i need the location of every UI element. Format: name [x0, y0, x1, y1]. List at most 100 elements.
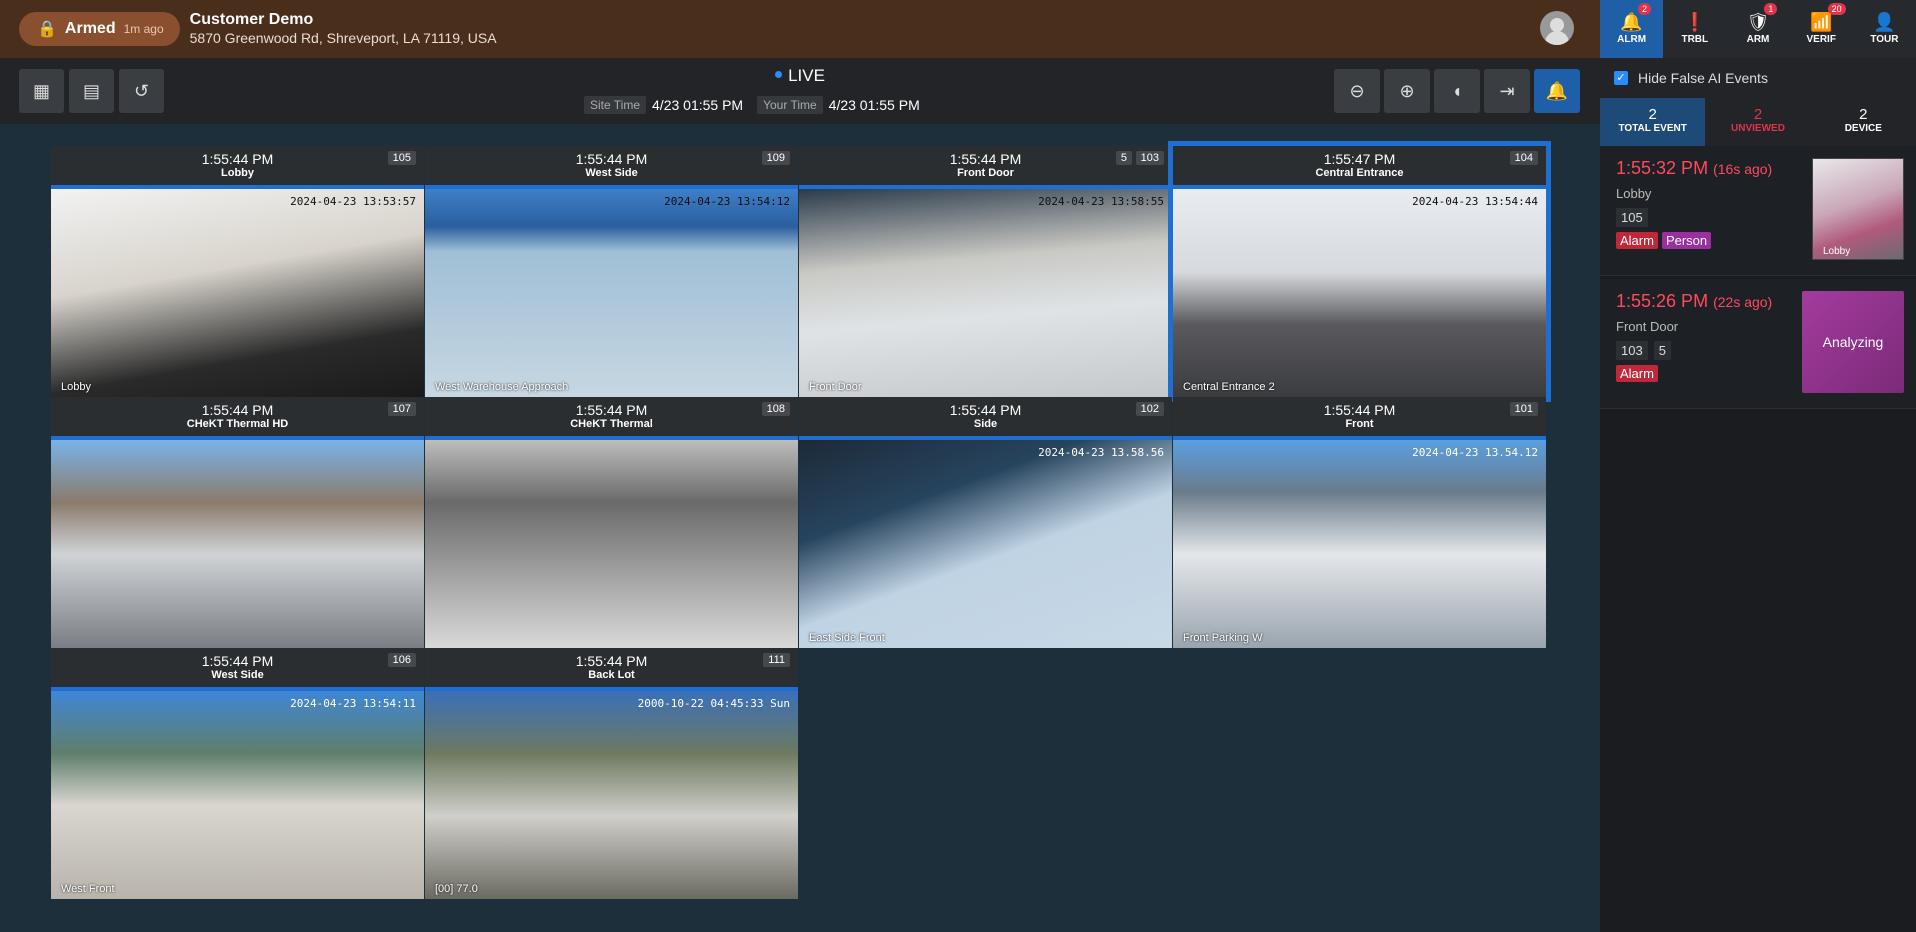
- user-icon: 👤: [1873, 12, 1896, 32]
- camera-number: 106: [387, 653, 416, 667]
- live-label: LIVE: [788, 66, 825, 85]
- camera-timestamp: 2024-04-23 13:53:57: [290, 195, 416, 208]
- tab-alrm[interactable]: 🔔 ALRM 2: [1600, 0, 1664, 58]
- event-card[interactable]: 1:55:32 PM (16s ago) Lobby 105 Alarm Per…: [1600, 146, 1916, 276]
- camera-name: CHeKT Thermal HD: [186, 418, 289, 430]
- hide-false-checkbox[interactable]: ✓: [1614, 71, 1628, 85]
- tab-tour[interactable]: 👤 TOUR: [1853, 0, 1916, 58]
- camera-header: 1:55:44 PM CHeKT Thermal 108: [425, 397, 798, 436]
- event-panel: 🔔 ALRM 2 ❗ TRBL 🛡 ARM 1 📶 VERIF 20 👤 TOUR ✓ Hide Fal…: [1600, 0, 1916, 932]
- camera-feed[interactable]: [425, 440, 798, 648]
- event-sub-num: 5: [1653, 341, 1671, 360]
- stat-label: DEVICE: [1844, 123, 1882, 134]
- camera-tile[interactable]: 1:55:44 PM Front Door 103 5 2024-04-23 13:58…: [799, 146, 1172, 397]
- camera-timestamp: 2024-04-23 13:54:12: [664, 195, 790, 208]
- camera-tile[interactable]: 1:55:44 PM Lobby 105 2024-04-23 13:53:57 Lob…: [51, 146, 424, 397]
- event-card[interactable]: 1:55:26 PM (22s ago) Front Door 103 5 Al…: [1600, 279, 1916, 409]
- event-thumbnail[interactable]: Lobby: [1812, 158, 1904, 260]
- camera-tile[interactable]: 1:55:47 PM Central Entrance 104 2024-04-23 …: [1168, 141, 1551, 402]
- armed-label: Armed: [64, 20, 116, 37]
- tab-label: TRBL: [1681, 34, 1709, 45]
- site-info: Customer Demo 5870 Greenwood Rd, Shrevep…: [190, 11, 497, 47]
- site-time: 4/23 01:55 PM: [652, 97, 744, 113]
- camera-name: CHeKT Thermal: [570, 418, 653, 430]
- alarm-tag: Alarm: [1616, 232, 1658, 249]
- camera-tile[interactable]: 1:55:44 PM West Side 109 2024-04-23 13:54:1…: [425, 146, 798, 397]
- camera-header: 1:55:44 PM West Side 106: [51, 648, 424, 687]
- alarm-tag: Alarm: [1616, 365, 1658, 382]
- hide-false-events[interactable]: ✓ Hide False AI Events: [1600, 58, 1916, 98]
- event-time: 1:55:26 PM (22s ago): [1616, 291, 1772, 312]
- camera-number: 103: [1135, 151, 1164, 165]
- camera-timestamp: 2024-04-23 13:54:44: [1412, 195, 1538, 208]
- stat-value: 2: [1648, 106, 1657, 123]
- stat-unviewed[interactable]: 2 UNVIEWED: [1705, 98, 1810, 146]
- bell-icon: 🔔: [1545, 80, 1569, 101]
- your-time: 4/23 01:55 PM: [828, 97, 920, 113]
- camera-name: Lobby: [221, 167, 254, 179]
- camera-grid: 1:55:44 PM Lobby 105 2024-04-23 13:53:57 Lob…: [0, 124, 1600, 932]
- collapse-icon: ⇥: [1499, 80, 1515, 101]
- event-numbers: 105: [1616, 208, 1648, 227]
- remote-icon: 📶: [1810, 12, 1833, 32]
- camera-number: 102: [1135, 402, 1164, 416]
- audio-icon: ◖: [1451, 80, 1463, 101]
- avatar[interactable]: [1540, 11, 1574, 45]
- camera-feed[interactable]: 2024-04-23 13:54:12 West Warehouse Approa…: [425, 189, 798, 397]
- camera-number: 111: [763, 653, 790, 667]
- audio-button[interactable]: ◖: [1434, 69, 1480, 113]
- camera-tile[interactable]: 1:55:44 PM CHeKT Thermal HD 107: [51, 397, 424, 648]
- tab-badge: 2: [1638, 3, 1652, 15]
- zoom-in-button[interactable]: ⊕: [1384, 69, 1430, 113]
- camera-name: Back Lot: [588, 669, 635, 681]
- camera-tile[interactable]: 1:55:44 PM Back Lot 111 2000-10-22 04:45:33…: [425, 648, 798, 899]
- camera-feed[interactable]: 2024-04-23 13.58.56 East Side Front: [799, 440, 1172, 648]
- camera-feed[interactable]: 2024-04-23 13:53:57 Lobby: [51, 189, 424, 397]
- camera-time: 1:55:44 PM: [949, 402, 1022, 418]
- person-tag: Person: [1661, 232, 1712, 249]
- camera-feed[interactable]: 2024-04-23 13:54:11 West Front: [51, 691, 424, 899]
- event-ago: (22s ago): [1713, 294, 1773, 310]
- tab-trbl[interactable]: ❗ TRBL: [1663, 0, 1726, 58]
- camera-header: 1:55:44 PM Side 102: [799, 397, 1172, 436]
- analyzing-thumbnail[interactable]: Analyzing: [1802, 291, 1904, 393]
- camera-tile[interactable]: 1:55:44 PM Side 102 2024-04-23 13.58.56 East…: [799, 397, 1172, 648]
- zoom-out-button[interactable]: ⊖: [1334, 69, 1380, 113]
- camera-tile[interactable]: 1:55:44 PM Front 101 2024-04-23 13.54.12 Fro…: [1173, 397, 1546, 648]
- hide-false-label: Hide False AI Events: [1638, 70, 1768, 86]
- your-time-label: Your Time: [757, 96, 823, 114]
- site-name: Customer Demo: [189, 11, 314, 28]
- camera-timestamp: 2024-04-23 13:58:55: [1038, 195, 1164, 208]
- camera-timestamp: 2024-04-23 13:54:11: [290, 697, 416, 710]
- event-stats: 2 TOTAL EVENT 2 UNVIEWED 2 DEVICE: [1600, 98, 1916, 146]
- camera-tile[interactable]: 1:55:44 PM CHeKT Thermal 108: [425, 397, 798, 648]
- armed-status-pill[interactable]: 🔒 Armed 1m ago: [19, 12, 180, 46]
- camera-feed[interactable]: 2024-04-23 13:58:55 Front Door: [799, 189, 1172, 397]
- tab-verif[interactable]: 📶 VERIF 20: [1790, 0, 1853, 58]
- view-toolbar: ▦ ▤ ↺ LIVE Site Time 4/23 01:55 PM Your …: [0, 58, 1600, 124]
- tab-arm[interactable]: 🛡 ARM 1: [1726, 0, 1789, 58]
- bell-icon: 🔔: [1620, 12, 1643, 32]
- camera-tile[interactable]: 1:55:44 PM West Side 106 2024-04-23 13:54:1…: [51, 648, 424, 899]
- tab-badge: 20: [1827, 3, 1846, 15]
- shield-check-icon: 🛡: [1746, 12, 1770, 32]
- tab-label: ARM: [1746, 34, 1770, 45]
- collapse-button[interactable]: ⇥: [1484, 69, 1530, 113]
- event-time-value: 1:55:26 PM: [1616, 291, 1709, 311]
- camera-timestamp: 2000-10-22 04:45:33 Sun: [637, 697, 790, 710]
- camera-name: Central Entrance: [1315, 167, 1404, 179]
- stat-device[interactable]: 2 DEVICE: [1811, 98, 1916, 146]
- camera-caption: [00] 77.0: [435, 883, 478, 895]
- alerts-button[interactable]: 🔔: [1534, 69, 1580, 113]
- camera-time: 1:55:44 PM: [575, 653, 648, 669]
- camera-feed[interactable]: 2000-10-22 04:45:33 Sun [00] 77.0: [425, 691, 798, 899]
- camera-feed[interactable]: [51, 440, 424, 648]
- stat-total-event[interactable]: 2 TOTAL EVENT: [1600, 98, 1706, 146]
- camera-feed[interactable]: 2024-04-23 13:54:44 Central Entrance 2: [1173, 189, 1546, 397]
- event-tags: Alarm: [1616, 365, 1658, 382]
- camera-caption: Central Entrance 2: [1183, 381, 1275, 393]
- camera-feed[interactable]: 2024-04-23 13.54.12 Front Parking W: [1173, 440, 1546, 648]
- event-tags: Alarm Person: [1616, 232, 1712, 249]
- camera-header: 1:55:44 PM CHeKT Thermal HD 107: [51, 397, 424, 436]
- camera-time: 1:55:44 PM: [201, 151, 274, 167]
